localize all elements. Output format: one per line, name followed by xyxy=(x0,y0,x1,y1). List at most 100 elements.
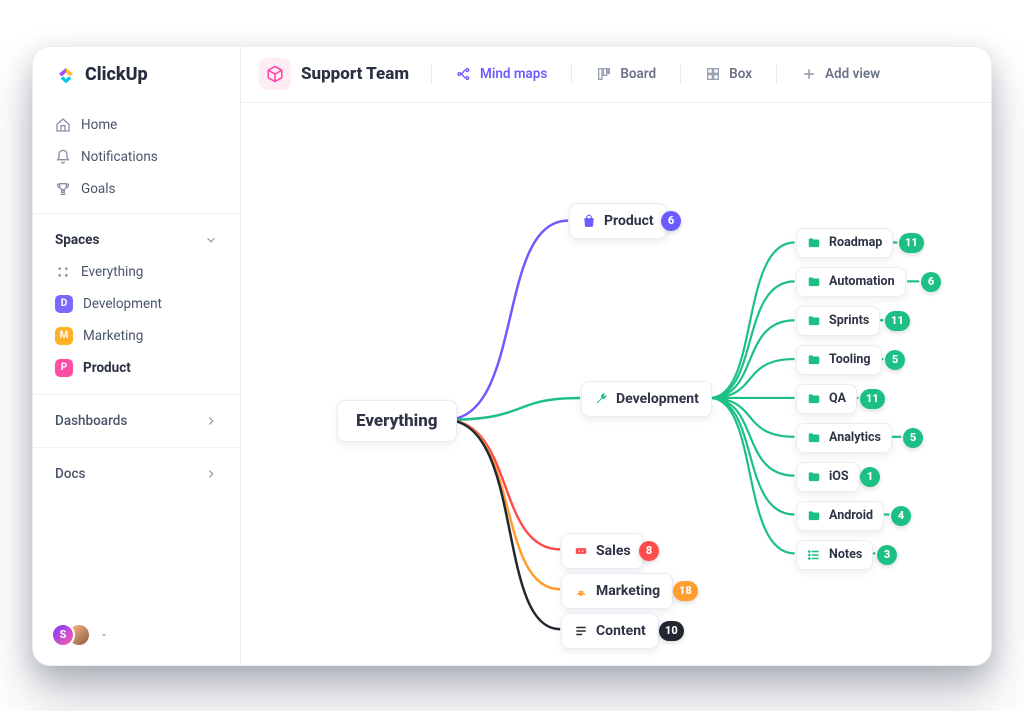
folder-icon xyxy=(807,314,821,328)
node-dev-child[interactable]: Android xyxy=(796,501,884,531)
tab-label: Board xyxy=(620,66,656,82)
app-window: ClickUp Home Notifications Goals xyxy=(32,46,992,666)
node-label: Automation xyxy=(829,274,895,289)
nav-goals-label: Goals xyxy=(81,181,116,197)
box-grid-icon xyxy=(705,66,721,82)
docs-header[interactable]: Docs xyxy=(47,458,226,490)
node-label: Marketing xyxy=(596,583,660,599)
primary-nav: Home Notifications Goals xyxy=(33,103,240,213)
nav-notifications[interactable]: Notifications xyxy=(47,141,226,173)
node-sales[interactable]: Sales xyxy=(561,533,644,569)
count-badge-content: 10 xyxy=(659,621,684,641)
count-badge-sales: 8 xyxy=(639,541,659,561)
node-dev-child[interactable]: Sprints xyxy=(796,306,880,336)
node-dev-child[interactable]: iOS xyxy=(796,462,860,492)
brand-name: ClickUp xyxy=(85,64,148,85)
home-icon xyxy=(55,117,71,133)
tab-box[interactable]: Box xyxy=(697,58,760,90)
node-dev-child[interactable]: Roadmap xyxy=(796,228,893,258)
folder-icon xyxy=(807,275,821,289)
node-label: Development xyxy=(616,391,699,407)
list-icon xyxy=(807,548,821,562)
node-product[interactable]: Product xyxy=(569,203,667,239)
lines-icon xyxy=(574,624,588,638)
node-label: Notes xyxy=(829,547,862,562)
spaces-everything[interactable]: Everything xyxy=(47,256,226,288)
logo-icon xyxy=(55,64,77,86)
nav-home[interactable]: Home xyxy=(47,109,226,141)
broadcast-icon xyxy=(574,584,588,598)
space-marketing[interactable]: M Marketing xyxy=(47,320,226,352)
bell-icon xyxy=(55,149,71,165)
node-marketing[interactable]: Marketing xyxy=(561,573,673,609)
node-dev-child[interactable]: Analytics xyxy=(796,423,892,453)
nav-goals[interactable]: Goals xyxy=(47,173,226,205)
brand[interactable]: ClickUp xyxy=(33,47,240,103)
tab-label: Mind maps xyxy=(480,66,547,82)
tab-label: Box xyxy=(729,66,752,82)
chevron-right-icon xyxy=(204,467,218,481)
count-badge: 11 xyxy=(860,389,885,409)
node-label: Content xyxy=(596,623,646,639)
count-badge: 5 xyxy=(885,350,905,370)
node-content[interactable]: Content xyxy=(561,613,659,649)
spaces-everything-label: Everything xyxy=(81,264,143,280)
divider xyxy=(571,64,572,84)
count-badge-marketing: 18 xyxy=(673,581,698,601)
divider xyxy=(680,64,681,84)
space-development[interactable]: D Development xyxy=(47,288,226,320)
mind-map-icon xyxy=(456,66,472,82)
board-icon xyxy=(596,66,612,82)
node-label: Product xyxy=(604,213,654,229)
space-badge-letter: D xyxy=(61,298,68,309)
node-label: Roadmap xyxy=(829,235,882,250)
count-badge: 4 xyxy=(891,506,911,526)
mind-map-canvas[interactable]: Everything Product 6 Development xyxy=(241,103,991,665)
space-product[interactable]: P Product xyxy=(47,352,226,384)
count-badge: 1 xyxy=(860,467,880,487)
node-root[interactable]: Everything xyxy=(337,400,457,442)
ticket-icon xyxy=(574,544,588,558)
node-dev-child[interactable]: Notes xyxy=(796,540,873,570)
count-badge: 5 xyxy=(903,428,923,448)
user-switcher[interactable] xyxy=(33,609,240,665)
folder-icon xyxy=(807,509,821,523)
node-label: Android xyxy=(829,508,873,523)
count-badge: 6 xyxy=(921,272,941,292)
caret-down-icon xyxy=(99,630,109,640)
add-view-button[interactable]: Add view xyxy=(793,58,888,90)
topbar: Support Team Mind maps Board Box xyxy=(241,47,991,103)
grid-dots-icon xyxy=(55,264,71,280)
tab-board[interactable]: Board xyxy=(588,58,664,90)
divider xyxy=(776,64,777,84)
bag-icon xyxy=(582,214,596,228)
spaces-header[interactable]: Spaces xyxy=(47,224,226,256)
count-badge: 11 xyxy=(885,311,910,331)
space-badge-letter: P xyxy=(61,362,67,373)
page-title: Support Team xyxy=(301,64,409,84)
trophy-icon xyxy=(55,181,71,197)
folder-icon xyxy=(807,470,821,484)
node-label: Analytics xyxy=(829,430,881,445)
chevron-right-icon xyxy=(204,414,218,428)
node-root-label: Everything xyxy=(356,411,438,431)
node-label: iOS xyxy=(829,469,849,484)
wrench-icon xyxy=(594,392,608,406)
avatar xyxy=(51,623,75,647)
nav-notifications-label: Notifications xyxy=(81,149,158,165)
nav-home-label: Home xyxy=(81,117,117,133)
dashboards-label: Dashboards xyxy=(55,413,127,429)
dashboards-header[interactable]: Dashboards xyxy=(47,405,226,437)
node-dev-child[interactable]: Tooling xyxy=(796,345,882,375)
count-badge: 3 xyxy=(877,545,897,565)
node-dev-child[interactable]: Automation xyxy=(796,267,906,297)
node-dev-child[interactable]: QA xyxy=(796,384,857,414)
space-label: Development xyxy=(83,296,162,312)
tab-mind-maps[interactable]: Mind maps xyxy=(448,58,555,90)
space-badge: P xyxy=(55,359,73,377)
space-badge-letter: M xyxy=(60,330,69,341)
add-view-label: Add view xyxy=(825,66,880,82)
chevron-down-icon xyxy=(204,233,218,247)
node-label: Tooling xyxy=(829,352,871,367)
node-development[interactable]: Development xyxy=(581,381,712,417)
